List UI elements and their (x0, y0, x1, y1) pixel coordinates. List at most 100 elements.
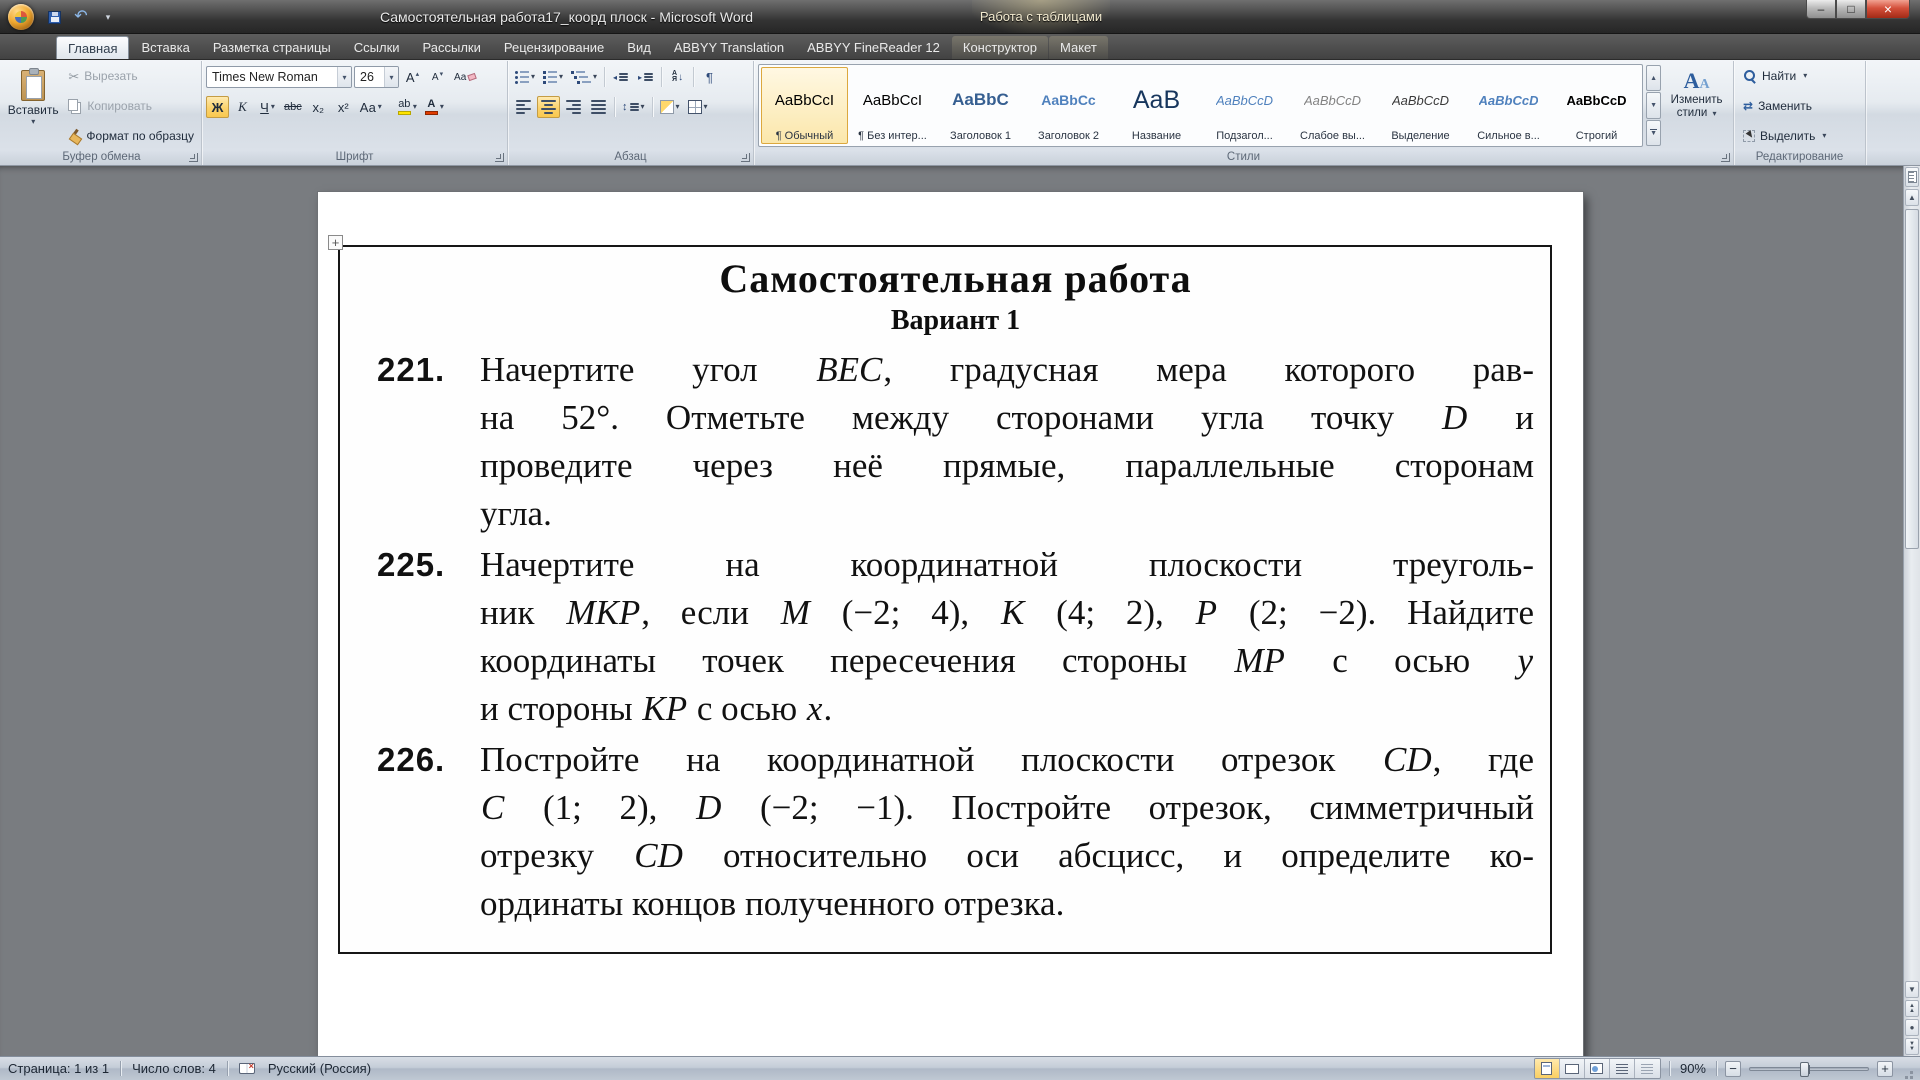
align-left-button[interactable] (512, 96, 535, 118)
zoom-level[interactable]: 90% (1678, 1061, 1708, 1076)
tab-review[interactable]: Рецензирование (493, 36, 615, 59)
style-subtle-emphasis[interactable]: AaBbCcDСлабое вы... (1289, 67, 1376, 144)
zoom-slider[interactable] (1749, 1067, 1869, 1071)
scroll-down-button[interactable]: ▼ (1905, 981, 1919, 998)
chevron-down-icon[interactable]: ▾ (384, 67, 398, 87)
borders-button[interactable]: ▾ (685, 96, 711, 118)
styles-expand-button[interactable]: ▼ (1646, 120, 1661, 146)
tab-references[interactable]: Ссылки (343, 36, 411, 59)
previous-page-button[interactable]: ▲▲ (1905, 1000, 1919, 1017)
select-browse-object-button[interactable]: ● (1905, 1019, 1919, 1036)
change-case-button[interactable]: Аа▾ (357, 96, 385, 118)
tab-page-layout[interactable]: Разметка страницы (202, 36, 342, 59)
superscript-button[interactable]: x² (332, 96, 355, 118)
bold-button[interactable]: Ж (206, 96, 229, 118)
bullets-button[interactable]: ▾ (512, 66, 538, 88)
copy-button[interactable]: Копировать (65, 98, 197, 115)
shading-button[interactable]: ▾ (657, 96, 683, 118)
quick-access-dropdown[interactable]: ▾ (98, 7, 118, 27)
multilevel-list-button[interactable]: ▾ (568, 66, 600, 88)
align-right-button[interactable] (562, 96, 585, 118)
tab-insert[interactable]: Вставка (130, 36, 200, 59)
scroll-up-button[interactable]: ▲ (1905, 189, 1919, 206)
change-styles-button[interactable]: AA Изменить стили ▾ (1664, 64, 1729, 147)
select-button[interactable]: Выделить ▾ (1740, 128, 1829, 144)
tab-abbyy-translation[interactable]: ABBYY Translation (663, 36, 795, 59)
page-indicator[interactable]: Страница: 1 из 1 (6, 1061, 111, 1076)
style-strong[interactable]: AaBbCcDСтрогий (1553, 67, 1640, 144)
show-formatting-marks-button[interactable]: ¶ (698, 66, 721, 88)
paste-button[interactable]: Вставить ▾ (6, 64, 60, 147)
styles-dialog-launcher[interactable] (1721, 153, 1730, 162)
chevron-down-icon[interactable]: ▾ (337, 67, 351, 87)
scanned-worksheet[interactable]: + Самостоятельная работа Вариант 1 221. … (338, 245, 1552, 954)
style-intense-emphasis[interactable]: AaBbCcDСильное в... (1465, 67, 1552, 144)
font-name-combo[interactable]: Times New Roman ▾ (206, 66, 352, 88)
highlight-color-button[interactable]: ab ▾ (395, 96, 420, 118)
underline-button[interactable]: Ч▾ (256, 96, 279, 118)
align-center-button[interactable] (537, 96, 560, 118)
web-layout-view-button[interactable] (1585, 1059, 1610, 1078)
scrollbar-thumb[interactable] (1905, 209, 1919, 549)
style-normal[interactable]: AaBbCcI¶ Обычный (761, 67, 848, 144)
save-button[interactable] (44, 7, 64, 27)
fullscreen-reading-view-button[interactable] (1560, 1059, 1585, 1078)
cut-button[interactable]: ✂ Вырезать (65, 68, 197, 84)
style-subtitle[interactable]: AaBbCcDПодзагол... (1201, 67, 1288, 144)
style-heading2[interactable]: AaBbCcЗаголовок 2 (1025, 67, 1112, 144)
numbering-button[interactable]: ▾ (540, 66, 566, 88)
tab-view[interactable]: Вид (616, 36, 662, 59)
tab-mailings[interactable]: Рассылки (412, 36, 492, 59)
print-layout-view-button[interactable] (1535, 1059, 1560, 1078)
line-spacing-button[interactable]: ↕▾ (619, 96, 648, 118)
zoom-slider-thumb[interactable] (1800, 1062, 1809, 1077)
font-dialog-launcher[interactable] (495, 153, 504, 162)
shrink-font-button[interactable]: А▾ (426, 66, 449, 88)
next-page-button[interactable]: ▼▼ (1905, 1038, 1919, 1055)
style-heading1[interactable]: AaBbCЗаголовок 1 (937, 67, 1024, 144)
close-button[interactable]: × (1866, 0, 1910, 19)
clipboard-dialog-launcher[interactable] (189, 153, 198, 162)
tab-table-layout[interactable]: Макет (1049, 36, 1108, 59)
document-page[interactable]: + Самостоятельная работа Вариант 1 221. … (318, 192, 1583, 1056)
zoom-out-button[interactable]: − (1725, 1061, 1741, 1077)
justify-button[interactable] (587, 96, 610, 118)
draft-view-button[interactable] (1635, 1059, 1660, 1078)
zoom-in-button[interactable]: + (1877, 1061, 1893, 1077)
paragraph-dialog-launcher[interactable] (741, 153, 750, 162)
undo-button[interactable]: ↶ (71, 7, 91, 27)
style-no-spacing[interactable]: AaBbCcI¶ Без интер... (849, 67, 936, 144)
font-color-button[interactable]: А ▾ (422, 96, 447, 118)
tab-abbyy-finereader[interactable]: ABBYY FineReader 12 (796, 36, 951, 59)
grow-font-button[interactable]: А▴ (401, 66, 424, 88)
increase-indent-button[interactable]: ▸ (634, 66, 657, 88)
tab-table-design[interactable]: Конструктор (952, 36, 1048, 59)
style-title[interactable]: AaBНазвание (1113, 67, 1200, 144)
italic-button[interactable]: К (231, 96, 254, 118)
outline-view-button[interactable] (1610, 1059, 1635, 1078)
office-button[interactable] (8, 4, 34, 30)
styles-scroll-down-button[interactable]: ▼ (1646, 92, 1661, 118)
replace-button[interactable]: ⇄ Заменить (1740, 98, 1829, 114)
word-count[interactable]: Число слов: 4 (130, 1061, 218, 1076)
subscript-button[interactable]: x₂ (307, 96, 330, 118)
spellcheck-status[interactable] (237, 1063, 257, 1074)
table-move-handle-icon[interactable]: + (328, 235, 343, 250)
resize-grip-icon[interactable] (1901, 1062, 1914, 1075)
language-indicator[interactable]: Русский (Россия) (266, 1061, 373, 1076)
chevron-down-icon: ▾ (704, 104, 708, 110)
sort-button[interactable]: АЯ↓ (666, 66, 689, 88)
tab-home[interactable]: Главная (56, 36, 129, 59)
font-size-combo[interactable]: 26 ▾ (354, 66, 399, 88)
minimize-button[interactable]: – (1806, 0, 1836, 19)
ruler-toggle-button[interactable] (1905, 167, 1919, 187)
style-emphasis[interactable]: AaBbCcDВыделение (1377, 67, 1464, 144)
find-button[interactable]: Найти ▾ (1740, 68, 1829, 84)
styles-scroll-up-button[interactable]: ▲ (1646, 65, 1661, 91)
decrease-indent-button[interactable]: ◂ (609, 66, 632, 88)
restore-button[interactable]: □ (1836, 0, 1866, 19)
format-painter-button[interactable]: Формат по образцу (65, 128, 197, 144)
scrollbar-track[interactable] (1905, 207, 1919, 980)
clear-formatting-button[interactable]: Аа (451, 66, 479, 88)
strikethrough-button[interactable]: abc (281, 96, 305, 118)
